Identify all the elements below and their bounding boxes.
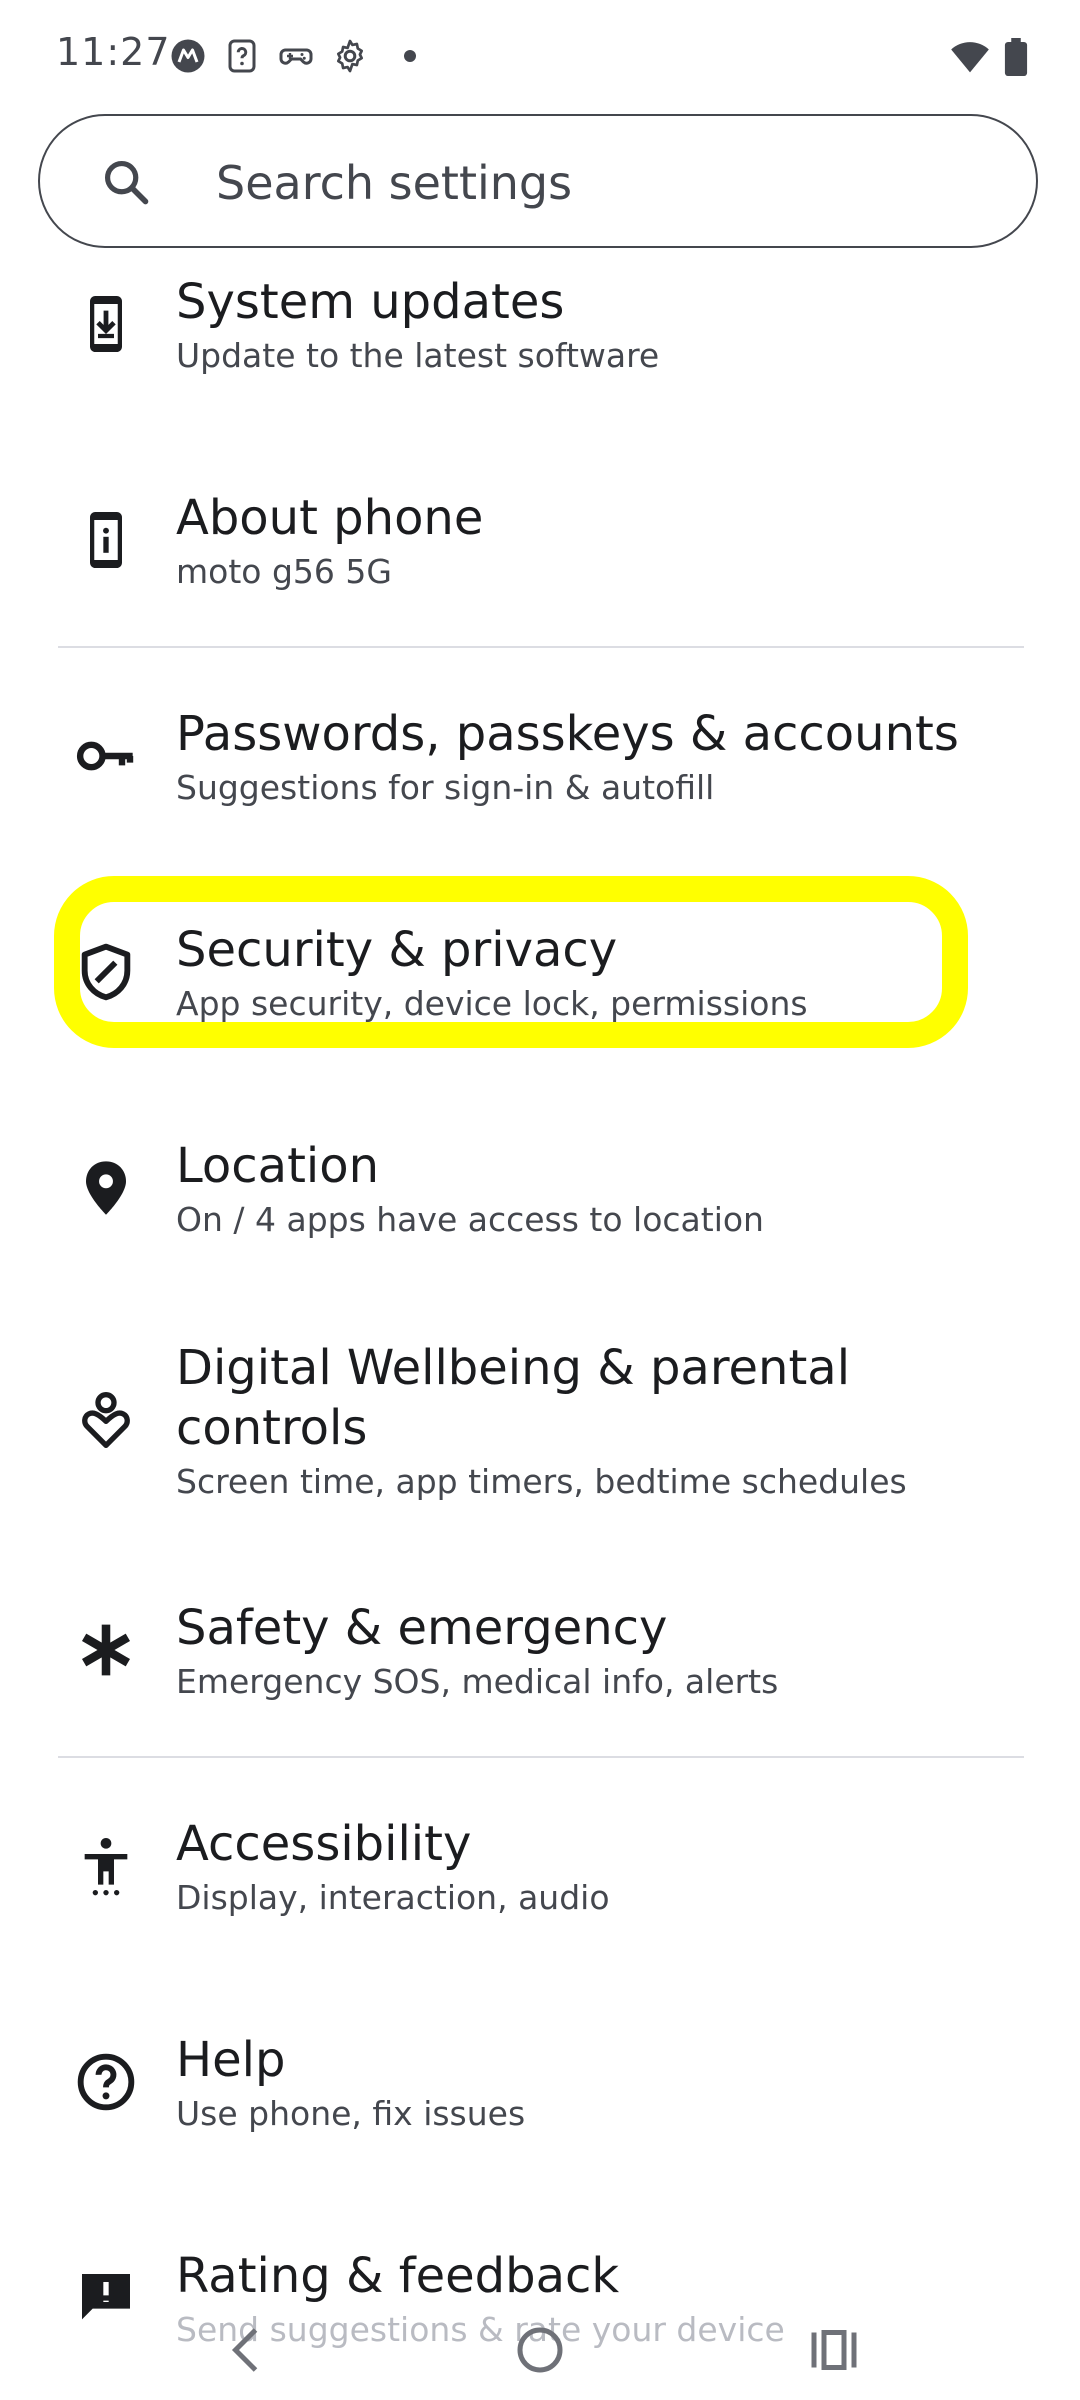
settings-item-digital-wellbeing[interactable]: Digital Wellbeing & parental controls Sc… (0, 1338, 1080, 1508)
settings-item-title: Security & privacy (176, 922, 618, 978)
settings-item-title: Rating & feedback (176, 2248, 620, 2304)
search-bar[interactable]: Search settings (38, 114, 1038, 248)
unknown-app-icon (224, 38, 260, 74)
status-bar: 11:27 (0, 0, 1080, 112)
settings-item-summary: Update to the latest software (176, 336, 660, 375)
home-icon[interactable] (510, 2320, 570, 2380)
system-update-icon (74, 292, 138, 356)
shield-icon (74, 940, 138, 1004)
accessibility-icon (74, 1834, 138, 1898)
settings-item-summary: Suggestions for sign-in & autofill (176, 768, 715, 807)
settings-item-title: Help (176, 2032, 286, 2088)
settings-item-title: Digital Wellbeing & parental controls (176, 1340, 851, 1456)
back-icon[interactable] (218, 2320, 278, 2380)
settings-item-title: Accessibility (176, 1816, 472, 1872)
wellbeing-icon (74, 1388, 138, 1452)
settings-item-title: Location (176, 1138, 380, 1194)
settings-item-summary: moto g56 5G (176, 552, 392, 591)
settings-item-help[interactable]: Help Use phone, fix issues (0, 2030, 1080, 2170)
settings-item-passwords[interactable]: Passwords, passkeys & accounts Suggestio… (0, 704, 1080, 844)
settings-item-system-updates[interactable]: System updates Update to the latest soft… (0, 272, 1080, 412)
recents-icon[interactable] (804, 2320, 864, 2380)
settings-item-security-privacy[interactable]: Security & privacy App security, device … (0, 920, 1080, 1060)
section-divider (58, 1756, 1024, 1758)
settings-item-location[interactable]: Location On / 4 apps have access to loca… (0, 1136, 1080, 1276)
settings-item-summary: Screen time, app timers, bedtime schedul… (176, 1462, 907, 1501)
navigation-bar (0, 2300, 1080, 2400)
search-input[interactable]: Search settings (216, 156, 572, 210)
settings-item-title: Safety & emergency (176, 1600, 668, 1656)
settings-item-safety-emergency[interactable]: Safety & emergency Emergency SOS, medica… (0, 1598, 1080, 1738)
settings-item-title: Passwords, passkeys & accounts (176, 706, 959, 762)
wifi-icon (950, 38, 990, 74)
settings-item-summary: Display, interaction, audio (176, 1878, 610, 1917)
settings-item-about-phone[interactable]: About phone moto g56 5G (0, 488, 1080, 628)
settings-item-title: About phone (176, 490, 484, 546)
location-pin-icon (74, 1156, 138, 1220)
gamepad-icon (278, 38, 314, 74)
settings-item-summary: App security, device lock, permissions (176, 984, 808, 1023)
key-icon (74, 724, 138, 788)
settings-item-accessibility[interactable]: Accessibility Display, interaction, audi… (0, 1814, 1080, 1954)
asterisk-icon (74, 1618, 138, 1682)
notification-dot-icon (392, 38, 428, 74)
settings-item-title: System updates (176, 274, 565, 330)
section-divider (58, 646, 1024, 648)
settings-item-summary: Emergency SOS, medical info, alerts (176, 1662, 779, 1701)
settings-item-summary: Use phone, fix issues (176, 2094, 526, 2133)
battery-icon (1004, 38, 1028, 76)
info-icon (74, 508, 138, 572)
status-time: 11:27 (56, 30, 171, 74)
help-icon (74, 2050, 138, 2114)
search-icon (100, 156, 152, 208)
gear-icon (332, 38, 368, 74)
settings-item-summary: On / 4 apps have access to location (176, 1200, 764, 1239)
motorola-logo-icon (170, 38, 206, 74)
